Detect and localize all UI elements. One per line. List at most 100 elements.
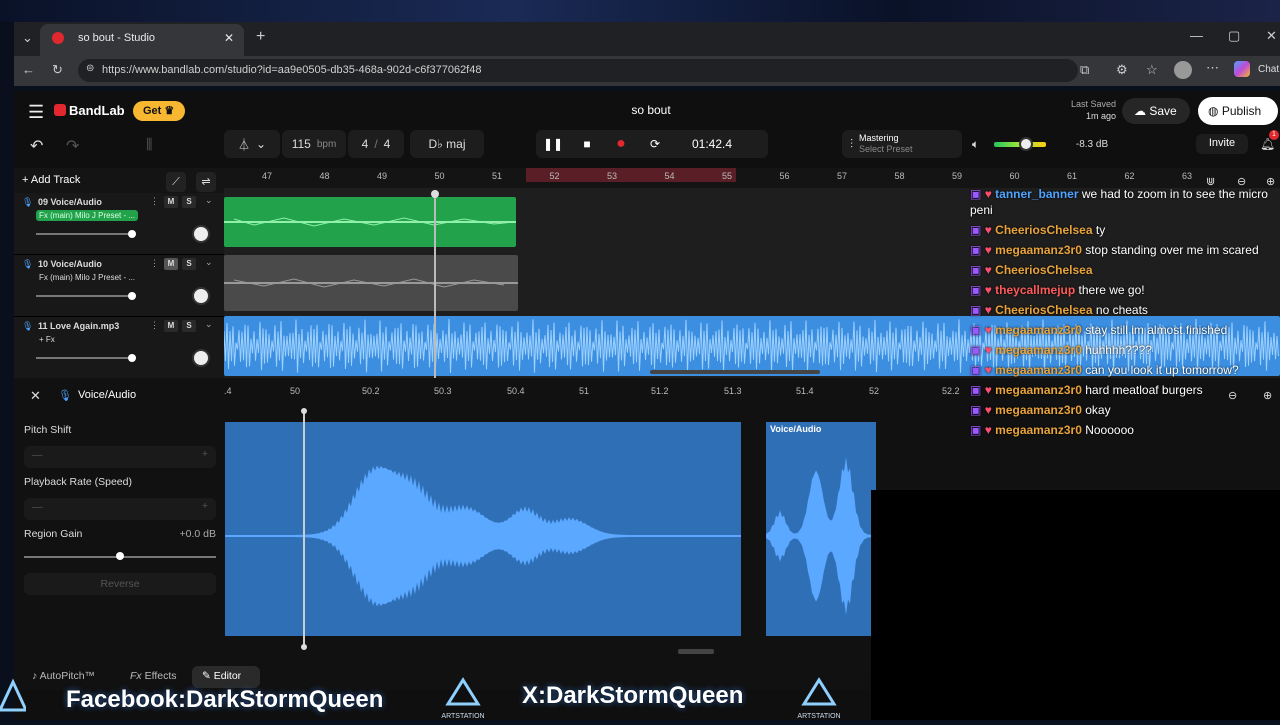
solo-button[interactable]: S: [182, 320, 196, 332]
minus-icon[interactable]: —: [32, 449, 43, 461]
speaker-icon[interactable]: 🔈︎: [972, 137, 979, 152]
track-menu-icon[interactable]: ⋮: [150, 320, 159, 331]
stop-icon[interactable]: ■: [570, 137, 604, 151]
tab-autopitch[interactable]: ♪ AutoPitch™: [32, 670, 95, 682]
minimize-icon[interactable]: —: [1190, 28, 1203, 43]
chat-message: ▣ ♥ megaamanz3r0 okay: [970, 402, 1280, 418]
chat-message: ▣ ♥ tanner_banner we had to zoom in to s…: [970, 186, 1280, 218]
minus-icon[interactable]: —: [32, 501, 43, 513]
region-track-10[interactable]: [224, 255, 518, 311]
plus-icon[interactable]: +: [202, 448, 208, 460]
track-fx[interactable]: Fx (main) Milo J Preset - ...: [36, 210, 139, 221]
url-bar[interactable]: ⊜ https://www.bandlab.com/studio?id=aa9e…: [78, 59, 1078, 82]
record-icon[interactable]: ●: [604, 135, 638, 153]
playhead-handle[interactable]: [431, 190, 439, 198]
publish-button[interactable]: ◍ Publish: [1198, 97, 1278, 125]
site-info-icon[interactable]: ⊜: [86, 63, 94, 74]
track-fx[interactable]: + Fx: [36, 334, 58, 345]
heart-icon: ♥: [984, 323, 992, 337]
mute-button[interactable]: M: [164, 258, 178, 270]
invite-button[interactable]: Invite: [1196, 134, 1248, 154]
tempo-field[interactable]: 115 bpm: [282, 130, 346, 158]
tab-effects[interactable]: Fx Effects: [130, 670, 177, 682]
solo-button[interactable]: S: [182, 196, 196, 208]
plus-icon[interactable]: +: [202, 500, 208, 512]
fx-icon: Fx: [130, 670, 142, 682]
editor-label: Editor: [213, 670, 242, 682]
close-tab-icon[interactable]: ✕: [224, 31, 234, 45]
chat-username: megaamanz3r0: [995, 343, 1082, 357]
project-title[interactable]: so bout: [600, 103, 702, 117]
editor-playhead[interactable]: [303, 412, 305, 648]
undo-icon[interactable]: ↶: [30, 136, 43, 156]
track-name[interactable]: 09 Voice/Audio: [38, 197, 102, 207]
reload-icon[interactable]: ↻: [52, 62, 63, 78]
pitch-shift-stepper[interactable]: — +: [24, 446, 216, 468]
horizontal-scrollbar[interactable]: [650, 370, 820, 374]
track-pan-knob[interactable]: [192, 225, 210, 243]
track-volume-slider[interactable]: [128, 230, 136, 238]
track-name[interactable]: 10 Voice/Audio: [38, 259, 102, 269]
time-signature-field[interactable]: 4 / 4: [348, 130, 404, 158]
editor-playhead-top[interactable]: [301, 408, 307, 414]
menu-icon[interactable]: ☰: [28, 102, 44, 123]
editor-region-2[interactable]: Voice/Audio: [766, 422, 876, 636]
chevron-down-icon[interactable]: ⌄: [205, 257, 213, 268]
chat-label[interactable]: Chat: [1258, 64, 1279, 75]
region-track-09[interactable]: [224, 197, 516, 247]
more-icon[interactable]: ⋯: [1206, 60, 1219, 76]
brand-name: BandLab: [69, 103, 125, 118]
close-window-icon[interactable]: ✕: [1266, 28, 1277, 44]
pause-icon[interactable]: ❚❚: [536, 137, 570, 151]
mute-button[interactable]: M: [164, 320, 178, 332]
master-volume-slider[interactable]: [1019, 137, 1033, 151]
solo-button[interactable]: S: [182, 258, 196, 270]
loop-icon[interactable]: ⟳: [638, 137, 672, 151]
track-fx[interactable]: Fx (main) Milo J Preset - ...: [36, 272, 138, 283]
playhead[interactable]: [434, 190, 436, 378]
favorites-icon[interactable]: ☆: [1146, 62, 1158, 78]
reverse-button[interactable]: Reverse: [24, 573, 216, 595]
new-tab-icon[interactable]: +: [256, 28, 265, 46]
profile-avatar[interactable]: [1174, 61, 1192, 79]
browser-tab[interactable]: so bout - Studio ✕: [40, 24, 244, 56]
back-icon[interactable]: ←: [22, 62, 35, 77]
tab-editor[interactable]: ✎ Editor: [192, 666, 260, 688]
editor-playhead-bottom[interactable]: [301, 644, 307, 650]
save-button[interactable]: ☁ Save: [1122, 98, 1190, 124]
redo-icon[interactable]: ↷: [66, 136, 79, 156]
metronome-button[interactable]: ⏃ ⌄: [224, 130, 280, 158]
tool-icon[interactable]: ⟋: [166, 172, 186, 192]
close-editor-icon[interactable]: ✕: [30, 388, 41, 404]
key-field[interactable]: D♭ maj: [410, 130, 484, 158]
add-track-button[interactable]: + Add Track: [22, 174, 112, 192]
get-button[interactable]: Get ♛: [133, 101, 185, 121]
track-row[interactable]: 🎙︎ 11 Love Again.mp3 ⋮ M S ⌄ + Fx: [14, 317, 224, 379]
chevron-down-icon[interactable]: ⌄: [205, 319, 213, 330]
extension-icon[interactable]: ⚙: [1116, 62, 1128, 78]
maximize-icon[interactable]: ▢: [1228, 28, 1240, 44]
track-menu-icon[interactable]: ⋮: [150, 258, 159, 269]
track-pan-knob[interactable]: [192, 349, 210, 367]
playback-rate-stepper[interactable]: — +: [24, 498, 216, 520]
track-row[interactable]: 🎙︎ 09 Voice/Audio ⋮ M S ⌄ Fx (main) Milo…: [14, 193, 224, 255]
effects-label: Effects: [144, 670, 177, 682]
editor-ruler[interactable]: [224, 380, 924, 402]
mute-button[interactable]: M: [164, 196, 178, 208]
tab-list-icon[interactable]: ⌄: [22, 30, 33, 46]
track-name[interactable]: 11 Love Again.mp3: [38, 321, 119, 331]
track-volume-slider[interactable]: [128, 354, 136, 362]
track-menu-icon[interactable]: ⋮: [150, 196, 159, 207]
editor-scrollbar[interactable]: [678, 649, 714, 654]
mastering-button[interactable]: ⫶ Mastering Select Preset: [842, 130, 962, 158]
track-pan-knob[interactable]: [192, 287, 210, 305]
mixer-icon[interactable]: ⫼: [146, 136, 152, 153]
editor-ruler-mark: 52.2: [942, 386, 960, 396]
region-gain-slider[interactable]: [116, 552, 124, 560]
tracks-tool-icon[interactable]: ⇌: [196, 172, 216, 192]
extensions-icon[interactable]: ⧉: [1080, 62, 1089, 78]
copilot-icon[interactable]: [1234, 61, 1250, 77]
chevron-down-icon[interactable]: ⌄: [205, 195, 213, 206]
track-row[interactable]: 🎙︎ 10 Voice/Audio ⋮ M S ⌄ Fx (main) Milo…: [14, 255, 224, 317]
track-volume-slider[interactable]: [128, 292, 136, 300]
